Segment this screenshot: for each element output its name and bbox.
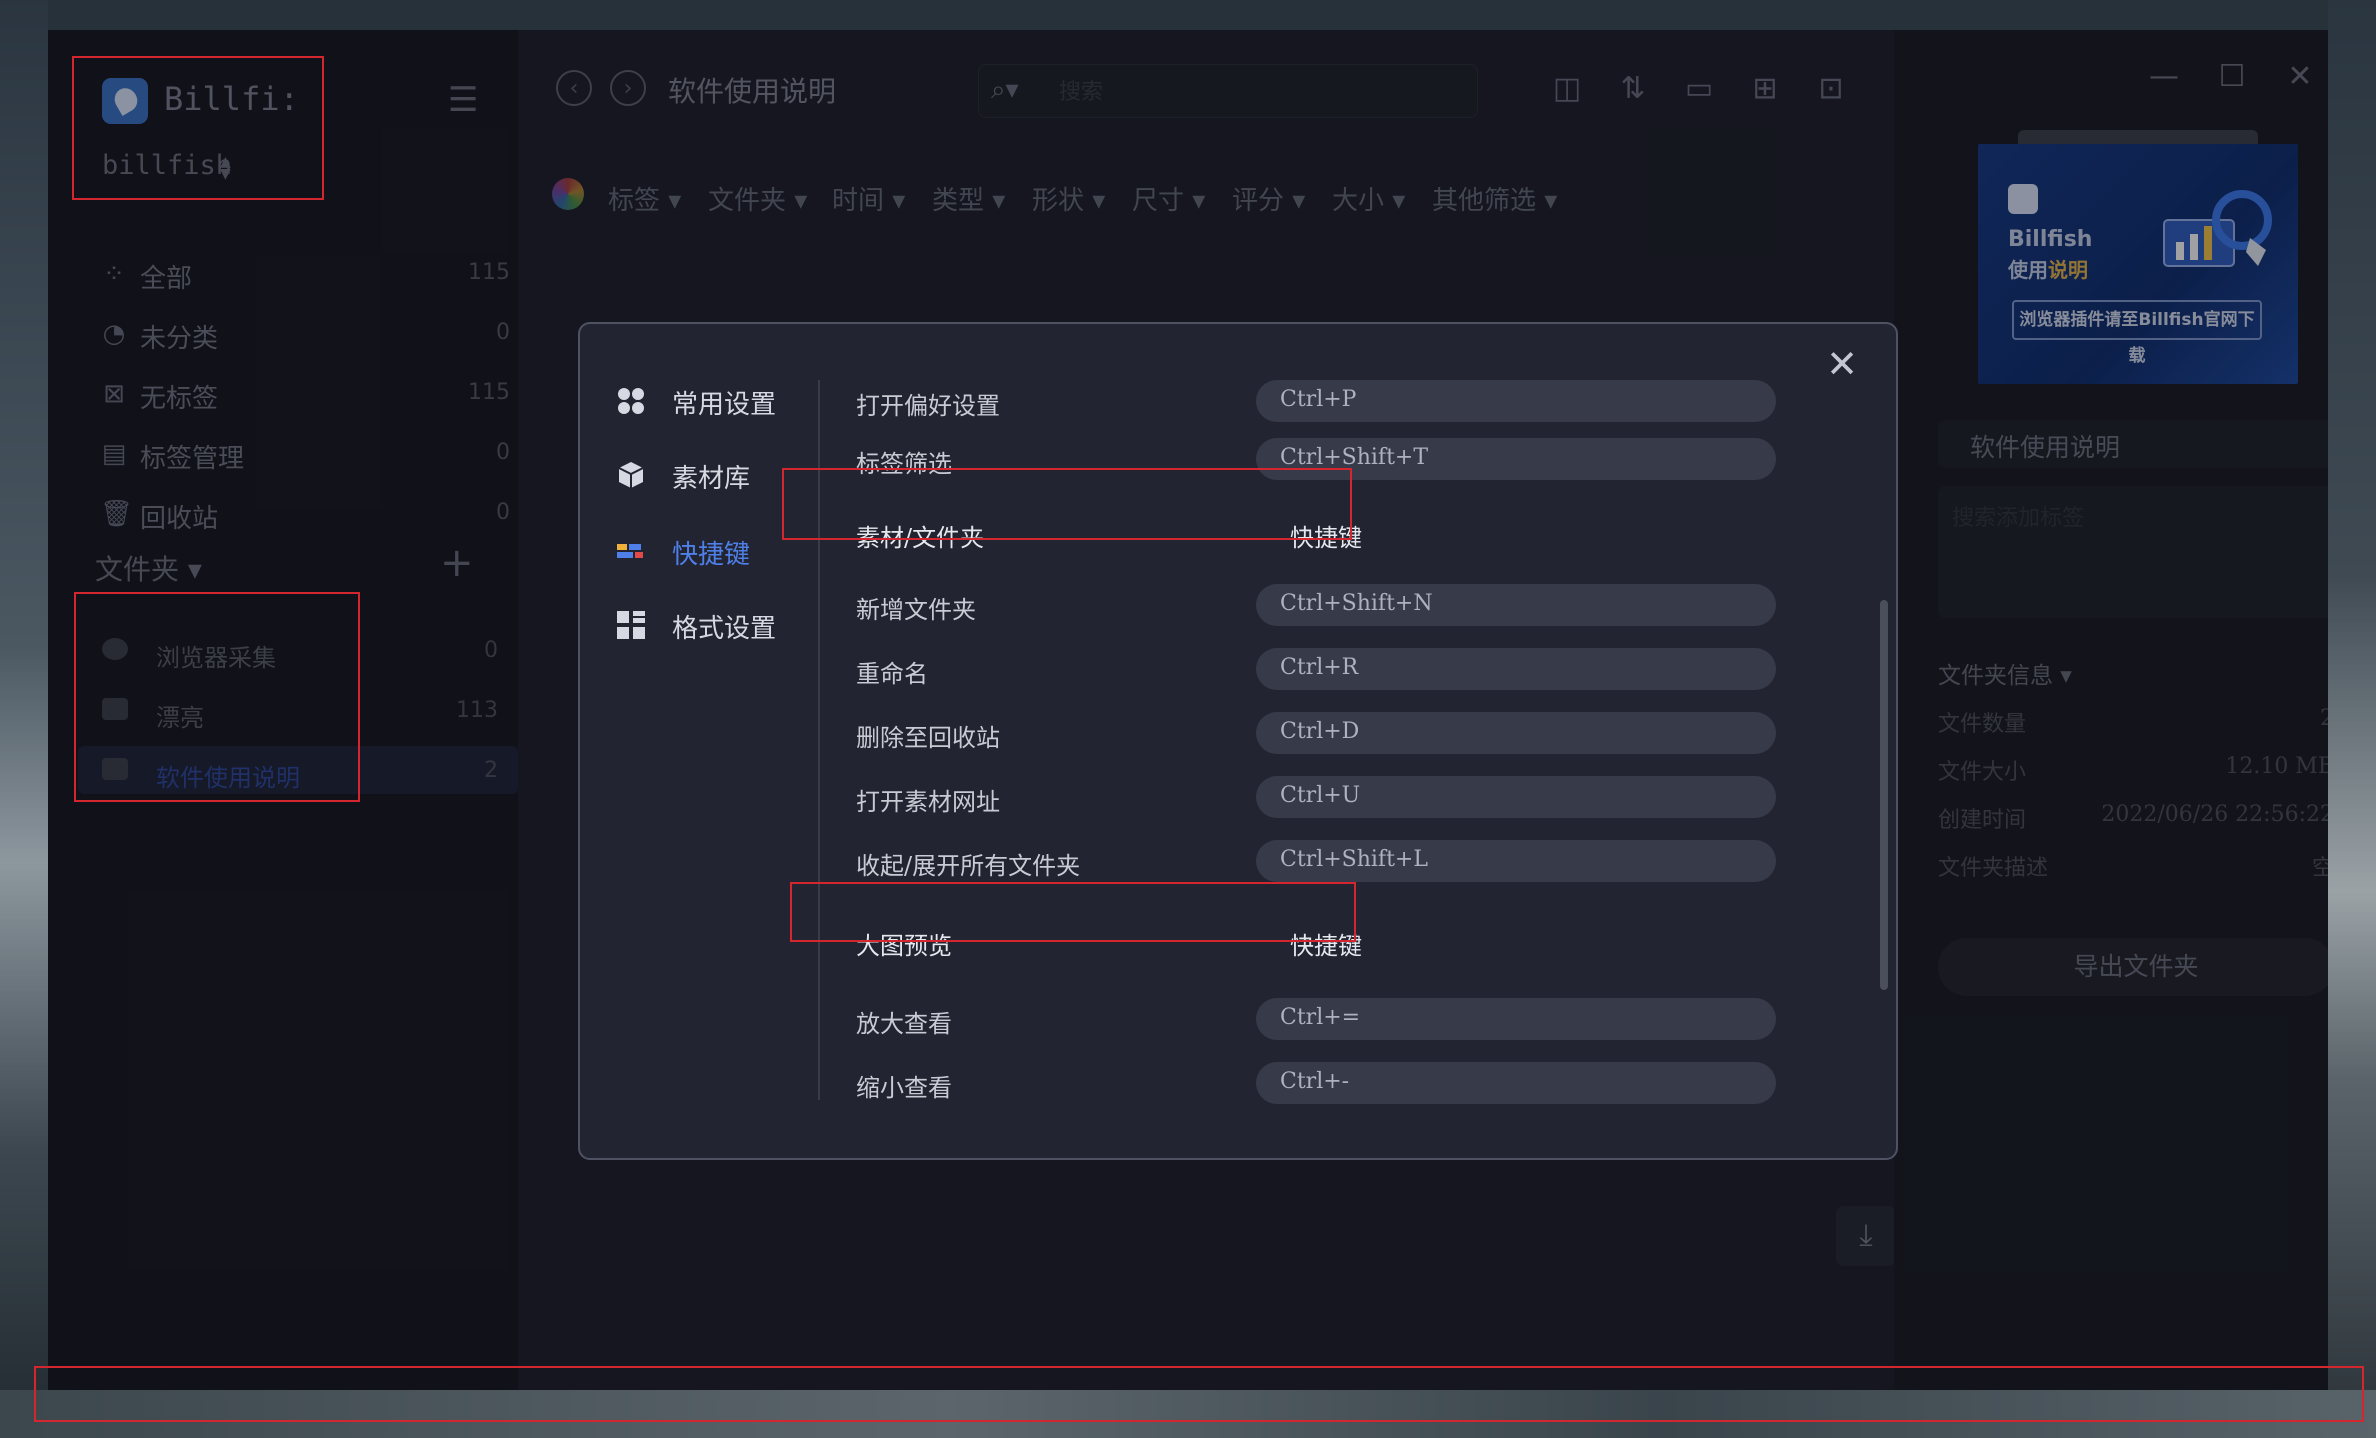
shortcut-row: 放大查看 Ctrl+= xyxy=(856,998,1776,1042)
shortcut-row: 缩小查看 Ctrl+- xyxy=(856,1062,1776,1106)
modal-scrollbar[interactable] xyxy=(1880,600,1888,990)
settings-icon xyxy=(616,386,646,416)
format-icon xyxy=(616,610,646,640)
desktop-background-top xyxy=(0,0,2376,30)
settings-modal: ✕ 常用设置 素材库 快捷键 格式设置 打开偏好设置 Ctrl+P 标签筛选 C… xyxy=(578,322,1898,1160)
shortcut-row: 删除至回收站 Ctrl+D xyxy=(856,712,1776,756)
shortcut-key-field[interactable]: Ctrl+D xyxy=(1256,712,1776,754)
annotation-box-preview-header xyxy=(790,882,1356,942)
shortcut-row: 收起/展开所有文件夹 Ctrl+Shift+L xyxy=(856,840,1776,884)
shortcut-key-field[interactable]: Ctrl+- xyxy=(1256,1062,1776,1104)
shortcut-key-field[interactable]: Ctrl+Shift+N xyxy=(1256,584,1776,626)
close-icon[interactable]: ✕ xyxy=(1822,344,1862,384)
shortcut-key-field[interactable]: Ctrl+Shift+L xyxy=(1256,840,1776,882)
desktop-background-left xyxy=(0,0,48,1438)
annotation-box-material-header xyxy=(782,468,1352,540)
keyboard-icon xyxy=(616,536,646,566)
shortcut-key-field[interactable]: Ctrl+R xyxy=(1256,648,1776,690)
shortcut-key-field[interactable]: Ctrl+U xyxy=(1256,776,1776,818)
shortcut-key-field[interactable]: Ctrl+= xyxy=(1256,998,1776,1040)
modal-nav-general[interactable]: 常用设置 xyxy=(616,376,836,426)
app-window: Billfi: billfish ▲ ▼ ☰ ⁘ 全部 115 ◔ 未分类 0 ⊠… xyxy=(48,30,2328,1390)
modal-nav-format[interactable]: 格式设置 xyxy=(616,600,836,650)
box-icon xyxy=(616,460,646,490)
shortcut-row: 打开偏好设置 Ctrl+P xyxy=(856,380,1776,424)
shortcut-row: 新增文件夹 Ctrl+Shift+N xyxy=(856,584,1776,628)
annotation-box-logo xyxy=(72,56,324,200)
annotation-box-bottom xyxy=(34,1366,2364,1422)
shortcut-key-field[interactable]: Ctrl+P xyxy=(1256,380,1776,422)
annotation-box-folders xyxy=(74,592,360,802)
desktop-background-right xyxy=(2328,0,2376,1438)
shortcut-row: 打开素材网址 Ctrl+U xyxy=(856,776,1776,820)
shortcut-row: 重命名 Ctrl+R xyxy=(856,648,1776,692)
